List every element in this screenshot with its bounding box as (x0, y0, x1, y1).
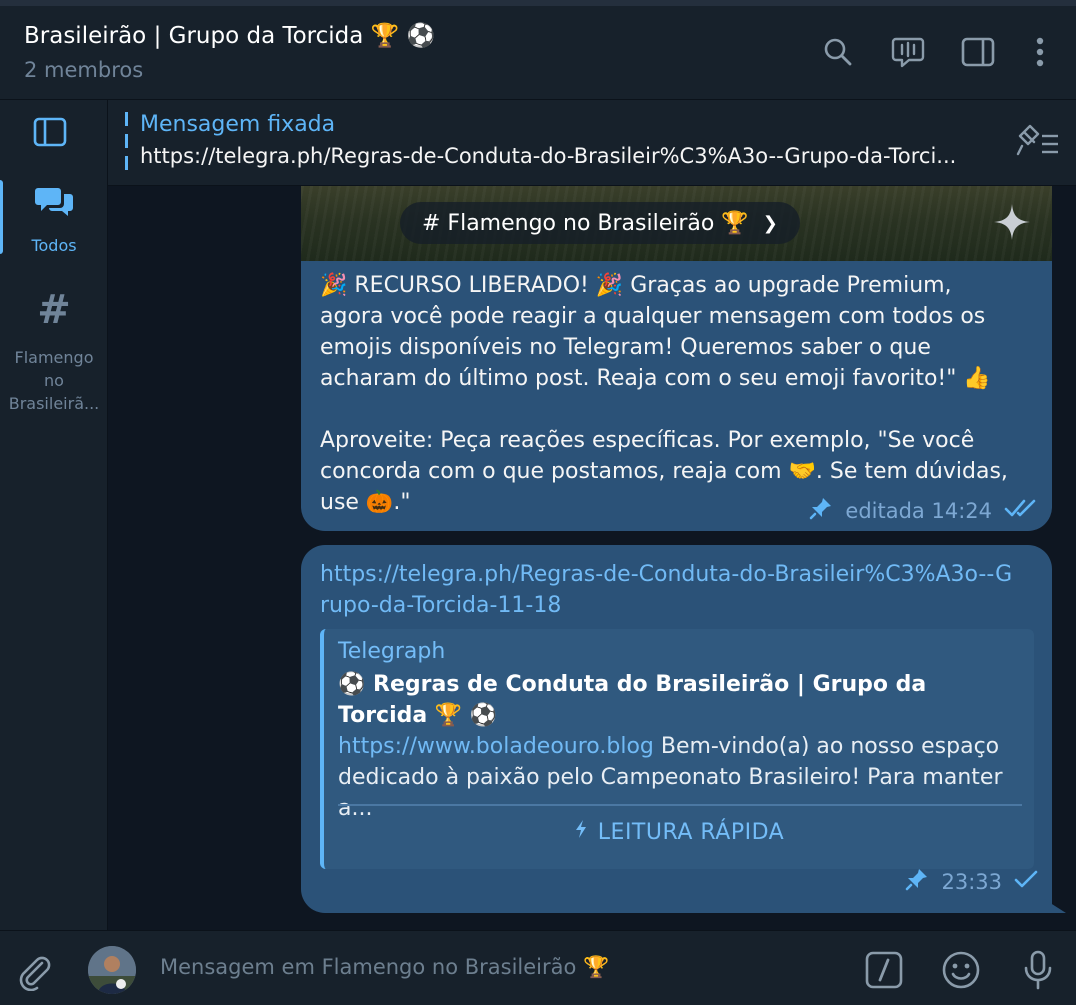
preview-description: https://www.boladeouro.blog Bem-vindo(a)… (338, 731, 1023, 824)
emoji-icon[interactable] (940, 949, 982, 991)
pinned-list-icon[interactable] (1014, 124, 1060, 160)
bot-commands-icon[interactable] (863, 949, 905, 991)
topic-label: Flamengo no Brasileirã... (8, 348, 100, 413)
video-chat-icon[interactable] (888, 32, 928, 72)
more-icon[interactable] (1020, 32, 1060, 72)
preview-title: ⚽ Regras de Conduta do Brasileirão | Gru… (338, 672, 927, 728)
message-bubble[interactable]: # Flamengo no Brasileirão 🏆 ❯ 🎉 RECURSO … (301, 186, 1052, 531)
double-check-icon (1004, 498, 1038, 523)
pin-icon (905, 867, 929, 896)
instant-view-label: LEITURA RÁPIDA (597, 819, 785, 845)
pinned-title: Mensagem fixada (140, 112, 336, 137)
avatar[interactable] (88, 946, 136, 994)
sparkle-icon[interactable] (992, 202, 1032, 242)
topics-panel-icon[interactable] (30, 112, 70, 152)
topic-link-label: # Flamengo no Brasileirão 🏆 (422, 210, 749, 236)
pinned-indicator (125, 112, 128, 172)
search-icon[interactable] (818, 32, 858, 72)
check-icon (1014, 869, 1038, 894)
pinned-message-bar[interactable]: Mensagem fixada https://telegra.ph/Regra… (108, 100, 1076, 186)
folder-label: Todos (31, 236, 77, 255)
message-list[interactable]: # Flamengo no Brasileirão 🏆 ❯ 🎉 RECURSO … (108, 186, 1076, 930)
attach-icon[interactable] (14, 951, 54, 992)
lightning-icon (574, 819, 588, 845)
hashtag-icon: # (37, 287, 71, 333)
preview-url[interactable]: https://www.boladeouro.blog (338, 734, 654, 759)
member-count[interactable]: 2 membros (24, 58, 143, 82)
message-time: 23:33 (941, 869, 1002, 894)
topic-link-button[interactable]: # Flamengo no Brasileirão 🏆 ❯ (400, 202, 800, 244)
message-meta: 23:33 (905, 867, 1038, 896)
chat-header: Brasileirão | Grupo da Torcida 🏆 ⚽ 2 mem… (0, 6, 1076, 100)
message-input[interactable]: Mensagem em Flamengo no Brasileirão 🏆 (160, 955, 840, 980)
folder-item-todos[interactable]: Todos (0, 184, 108, 257)
microphone-icon[interactable] (1017, 949, 1059, 991)
chevron-right-icon: ❯ (762, 212, 778, 234)
topic-item-flamengo[interactable]: # Flamengo no Brasileirã... (0, 288, 108, 415)
message-link[interactable]: https://telegra.ph/Regras-de-Conduta-do-… (320, 559, 1020, 621)
instant-view-button[interactable]: LEITURA RÁPIDA (324, 819, 1034, 845)
message-time: editada 14:24 (845, 498, 992, 523)
message-text-paragraph: 🎉 RECURSO LIBERADO! 🎉 Graças ao upgrade … (320, 273, 991, 391)
chats-icon (0, 184, 108, 224)
pinned-text: https://telegra.ph/Regras-de-Conduta-do-… (140, 144, 957, 168)
sidebar-toggle-icon[interactable] (958, 32, 998, 72)
link-preview[interactable]: Telegraph ⚽ Regras de Conduta do Brasile… (320, 629, 1034, 869)
pin-icon (809, 496, 833, 525)
message-bubble[interactable]: https://telegra.ph/Regras-de-Conduta-do-… (301, 545, 1052, 913)
folder-sidebar: Todos # Flamengo no Brasileirã... (0, 100, 108, 930)
message-composer: Mensagem em Flamengo no Brasileirão 🏆 (0, 930, 1076, 1005)
chat-title[interactable]: Brasileirão | Grupo da Torcida 🏆 ⚽ (24, 22, 435, 49)
preview-site-name: Telegraph (338, 639, 446, 664)
preview-divider (338, 804, 1022, 806)
message-meta: editada 14:24 (809, 496, 1038, 525)
